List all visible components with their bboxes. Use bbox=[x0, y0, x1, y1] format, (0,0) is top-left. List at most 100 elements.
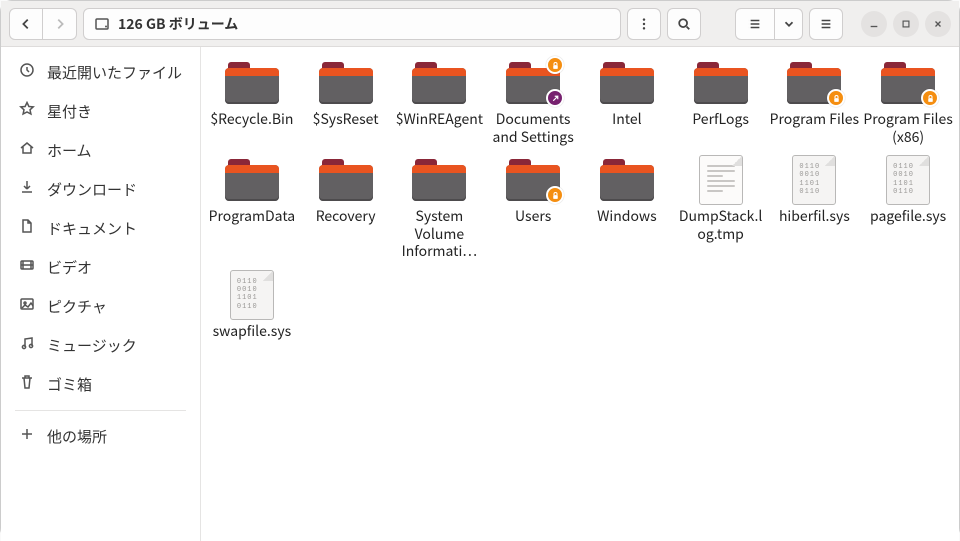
drive-icon bbox=[94, 16, 110, 32]
textfile-icon bbox=[692, 156, 750, 204]
folder-item[interactable]: Intel bbox=[580, 55, 674, 150]
sidebar-item-document[interactable]: ドキュメント bbox=[1, 209, 200, 248]
chevron-left-icon bbox=[19, 17, 33, 31]
sidebar-item-video[interactable]: ビデオ bbox=[1, 248, 200, 287]
folder-item[interactable]: System Volume Informati… bbox=[393, 152, 487, 265]
folder-item[interactable]: Windows bbox=[580, 152, 674, 265]
item-label: Users bbox=[515, 208, 551, 226]
item-label: Program Files (x86) bbox=[863, 111, 953, 146]
content-area: $Recycle.Bin $SysReset $WinREAgent Document… bbox=[201, 47, 959, 541]
sidebar-item-label: ゴミ箱 bbox=[47, 374, 92, 395]
hamburger-menu-button[interactable] bbox=[809, 8, 843, 40]
sidebar-item-star[interactable]: 星付き bbox=[1, 92, 200, 131]
sidebar-item-label: ミュージック bbox=[47, 335, 137, 356]
minimize-icon bbox=[869, 19, 879, 29]
list-icon bbox=[748, 17, 762, 31]
lock-badge-icon bbox=[827, 89, 845, 107]
download-icon bbox=[19, 179, 35, 200]
sidebar-item-label: ピクチャ bbox=[47, 296, 107, 317]
item-label: DumpStack.log.tmp bbox=[676, 208, 766, 243]
item-label: $SysReset bbox=[313, 111, 379, 129]
file-item[interactable]: 0110 0010 1101 0110pagefile.sys bbox=[861, 152, 955, 265]
folder-item[interactable]: PerfLogs bbox=[674, 55, 768, 150]
sidebar-item-home[interactable]: ホーム bbox=[1, 131, 200, 170]
item-label: Windows bbox=[597, 208, 657, 226]
folder-icon bbox=[692, 59, 750, 107]
location-bar[interactable]: 126 GB ボリューム bbox=[83, 8, 621, 40]
sidebar-item-label: 他の場所 bbox=[47, 426, 107, 447]
folder-icon bbox=[410, 59, 468, 107]
lock-badge-icon bbox=[546, 56, 564, 74]
folder-item[interactable]: $SysReset bbox=[299, 55, 393, 150]
item-label: swapfile.sys bbox=[213, 323, 292, 341]
more-button[interactable] bbox=[627, 8, 661, 40]
chevron-right-icon bbox=[53, 17, 67, 31]
folder-item[interactable]: Program Files bbox=[768, 55, 862, 150]
view-dropdown-button[interactable] bbox=[775, 8, 803, 40]
body: 最近開いたファイル星付きホームダウンロードドキュメントビデオピクチャミュージック… bbox=[1, 47, 959, 541]
folder-item[interactable]: $Recycle.Bin bbox=[205, 55, 299, 150]
folder-icon bbox=[410, 156, 468, 204]
folder-icon bbox=[317, 156, 375, 204]
nav-back-button[interactable] bbox=[9, 8, 43, 40]
nav-group bbox=[9, 8, 77, 40]
sysfile-icon: 0110 0010 1101 0110 bbox=[223, 271, 281, 319]
nav-forward-button[interactable] bbox=[43, 8, 77, 40]
sidebar-item-label: ダウンロード bbox=[47, 179, 137, 200]
file-item[interactable]: 0110 0010 1101 0110 swapfile.sys bbox=[205, 267, 299, 345]
list-view-button[interactable] bbox=[735, 8, 775, 40]
item-label: System Volume Informati… bbox=[395, 208, 485, 261]
item-label: Recovery bbox=[316, 208, 376, 226]
window-minimize-button[interactable] bbox=[861, 11, 887, 37]
file-item[interactable]: 0110 0010 1101 0110 hiberfil.sys bbox=[768, 152, 862, 265]
close-icon bbox=[933, 19, 943, 29]
more-vertical-icon bbox=[637, 17, 651, 31]
folder-icon bbox=[504, 156, 562, 204]
sidebar-item-label: ホーム bbox=[47, 140, 92, 161]
item-label: hiberfil.sys bbox=[779, 208, 850, 226]
sidebar-item-music[interactable]: ミュージック bbox=[1, 326, 200, 365]
file-item[interactable]: DumpStack.log.tmp bbox=[674, 152, 768, 265]
item-label: $WinREAgent bbox=[396, 111, 483, 129]
folder-icon bbox=[879, 59, 937, 107]
sidebar-item-label: 星付き bbox=[47, 101, 92, 122]
sidebar-item-picture[interactable]: ピクチャ bbox=[1, 287, 200, 326]
folder-item[interactable]: Documents and Settings bbox=[486, 55, 580, 150]
sidebar: 最近開いたファイル星付きホームダウンロードドキュメントビデオピクチャミュージック… bbox=[1, 47, 201, 541]
plus-icon bbox=[19, 426, 35, 447]
item-label: Documents and Settings bbox=[488, 111, 578, 146]
folder-icon bbox=[598, 156, 656, 204]
search-icon bbox=[677, 17, 691, 31]
sysfile-icon: 0110 0010 1101 0110 bbox=[785, 156, 843, 204]
item-label: $Recycle.Bin bbox=[210, 111, 293, 129]
music-icon bbox=[19, 335, 35, 356]
video-icon bbox=[19, 257, 35, 278]
header-bar: 126 GB ボリューム bbox=[1, 1, 959, 47]
folder-item[interactable]: ProgramData bbox=[205, 152, 299, 265]
sidebar-other-places[interactable]: 他の場所 bbox=[1, 417, 200, 456]
folder-item[interactable]: Users bbox=[486, 152, 580, 265]
item-label: PerfLogs bbox=[692, 111, 749, 129]
folder-item[interactable]: Recovery bbox=[299, 152, 393, 265]
folder-icon bbox=[785, 59, 843, 107]
lock-badge-icon bbox=[921, 89, 939, 107]
document-icon bbox=[19, 218, 35, 239]
sidebar-item-clock[interactable]: 最近開いたファイル bbox=[1, 53, 200, 92]
sidebar-item-download[interactable]: ダウンロード bbox=[1, 170, 200, 209]
folder-icon bbox=[223, 156, 281, 204]
folder-icon bbox=[317, 59, 375, 107]
item-label: ProgramData bbox=[209, 208, 296, 226]
sidebar-item-label: 最近開いたファイル bbox=[47, 62, 182, 83]
folder-item[interactable]: Program Files (x86) bbox=[861, 55, 955, 150]
folder-item[interactable]: $WinREAgent bbox=[393, 55, 487, 150]
menu-icon bbox=[819, 17, 833, 31]
sidebar-item-trash[interactable]: ゴミ箱 bbox=[1, 365, 200, 404]
file-grid: $Recycle.Bin $SysReset $WinREAgent Document… bbox=[205, 55, 955, 344]
window-close-button[interactable] bbox=[925, 11, 951, 37]
clock-icon bbox=[19, 62, 35, 83]
maximize-icon bbox=[901, 19, 911, 29]
item-label: Program Files bbox=[770, 111, 859, 129]
window-maximize-button[interactable] bbox=[893, 11, 919, 37]
search-button[interactable] bbox=[667, 8, 701, 40]
item-label: pagefile.sys bbox=[870, 208, 946, 226]
